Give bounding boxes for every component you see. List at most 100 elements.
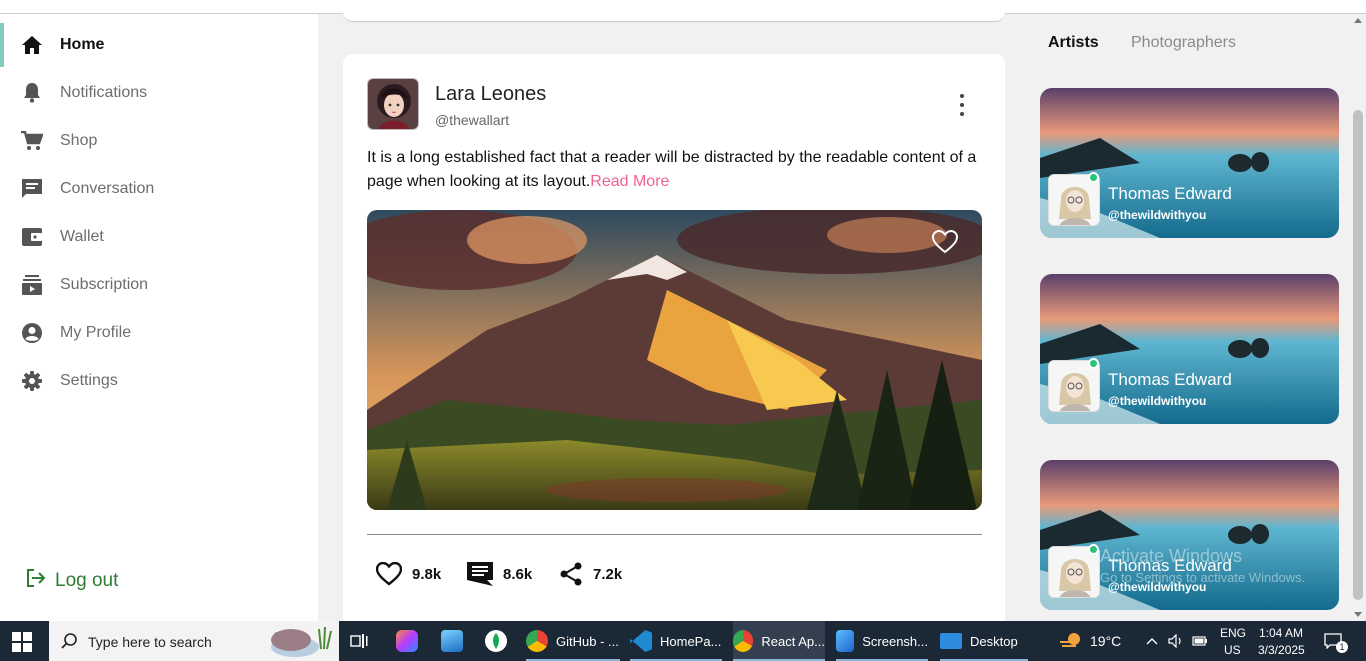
task-view-button[interactable] <box>350 621 370 661</box>
tray-overflow-button[interactable] <box>1146 621 1160 661</box>
author-handle: @thewallart <box>435 112 510 128</box>
sidebar-item-settings[interactable]: Settings <box>0 359 318 403</box>
taskbar-app-label: React Ap... <box>761 633 825 649</box>
notification-badge: 1 <box>1336 641 1348 653</box>
share-button[interactable]: 7.2k <box>559 559 622 589</box>
taskbar-app-desktop[interactable]: Desktop <box>940 621 1028 661</box>
tab-photographers[interactable]: Photographers <box>1131 34 1236 52</box>
sidebar-item-label: Subscription <box>60 276 149 293</box>
leaf-icon <box>485 630 507 652</box>
home-icon <box>21 34 43 56</box>
scroll-down-icon[interactable] <box>1354 612 1362 617</box>
image-like-button[interactable] <box>931 229 959 256</box>
taskbar-search[interactable]: Type here to search <box>49 621 339 661</box>
clock-date[interactable]: 3/3/2025 <box>1258 643 1305 657</box>
logout-icon <box>26 569 46 592</box>
gear-icon <box>21 370 43 392</box>
activate-windows-title: Activate Windows <box>1100 546 1243 566</box>
author-avatar[interactable] <box>367 78 419 130</box>
clock-time[interactable]: 1:04 AM <box>1259 626 1303 640</box>
comment-icon <box>467 562 493 586</box>
taskbar-app-screenshots[interactable]: Screensh... <box>836 621 928 661</box>
profile-icon <box>21 322 43 344</box>
sidebar-item-wallet[interactable]: Wallet <box>0 215 318 259</box>
region-code[interactable]: US <box>1224 643 1241 657</box>
chat-icon <box>21 178 43 200</box>
more-dot <box>960 103 964 107</box>
sidebar-item-notifications[interactable]: Notifications <box>0 71 318 115</box>
post-image[interactable] <box>367 210 982 510</box>
post-menu-button[interactable] <box>952 94 972 116</box>
artist-name: Thomas Edward <box>1108 370 1232 389</box>
taskbar-app-label: Screensh... <box>862 633 928 649</box>
like-button[interactable]: 9.8k <box>376 559 441 589</box>
heart-outline-icon <box>931 229 959 254</box>
tab-artists[interactable]: Artists <box>1048 34 1099 52</box>
copilot-button[interactable] <box>396 621 420 661</box>
artist-card[interactable]: Thomas Edward @thewildwithyou <box>1040 88 1339 238</box>
scroll-up-icon[interactable] <box>1354 18 1362 23</box>
sidebar-item-subscription[interactable]: Subscription <box>0 263 318 307</box>
start-button[interactable] <box>12 632 32 652</box>
sidebar-item-label: My Profile <box>60 324 132 341</box>
weather-temp: 19°C <box>1090 633 1122 649</box>
sidebar-item-label: Notifications <box>60 84 148 101</box>
taskbar-app-label: Desktop <box>970 633 1018 649</box>
notification-center-button[interactable]: 1 <box>1324 621 1348 661</box>
taskbar-app-vscode[interactable]: HomePa... <box>630 621 722 661</box>
folder-icon <box>441 630 463 652</box>
folder-icon <box>940 633 962 649</box>
sidebar-item-label: Settings <box>60 372 118 389</box>
photos-icon <box>836 630 855 652</box>
sidebar-item-label: Conversation <box>60 180 155 197</box>
share-count: 7.2k <box>593 565 623 583</box>
taskbar-app-label: HomePa... <box>660 633 722 649</box>
weather-icon <box>1060 633 1080 647</box>
battery-button[interactable] <box>1192 621 1210 661</box>
file-explorer-button[interactable] <box>441 621 465 661</box>
weather-widget[interactable]: 19°C <box>1060 621 1130 661</box>
artist-card[interactable]: Thomas Edward @thewildwithyou <box>1040 274 1339 424</box>
post-body: It is a long established fact that a rea… <box>367 149 977 190</box>
hippo-illustration-icon <box>271 626 332 657</box>
sidebar-item-my-profile[interactable]: My Profile <box>0 311 318 355</box>
online-indicator <box>1088 358 1099 369</box>
chrome-icon <box>733 630 754 652</box>
taskbar-app-github[interactable]: GitHub - ... <box>526 621 620 661</box>
read-more-link[interactable]: Read More <box>590 173 669 190</box>
previous-post-card <box>343 0 1005 22</box>
subscription-icon <box>21 274 43 296</box>
speaker-icon <box>1168 634 1181 648</box>
sidebar-item-conversation[interactable]: Conversation <box>0 167 318 211</box>
vscode-icon <box>630 630 652 652</box>
cart-icon <box>21 130 43 152</box>
chrome-icon <box>526 630 548 652</box>
online-indicator <box>1088 172 1099 183</box>
search-icon <box>61 633 77 649</box>
mongodb-button[interactable] <box>485 621 509 661</box>
post-text: It is a long established fact that a rea… <box>367 146 987 194</box>
language-code[interactable]: ENG <box>1220 626 1246 640</box>
taskbar-app-label: GitHub - ... <box>556 633 619 649</box>
taskbar-app-react[interactable]: React Ap... <box>733 621 825 661</box>
logout-button[interactable]: Log out <box>26 569 118 592</box>
artist-handle: @thewildwithyou <box>1108 208 1207 222</box>
sidebar-item-shop[interactable]: Shop <box>0 119 318 163</box>
comment-button[interactable]: 8.6k <box>467 559 532 589</box>
more-dot <box>960 112 964 116</box>
activate-windows-subtitle: Go to Settings to activate Windows. <box>1100 570 1306 585</box>
share-icon <box>560 562 582 586</box>
copilot-icon <box>396 630 418 652</box>
post-card: Lara Leones @thewallart It is a long est… <box>343 54 1005 621</box>
chevron-up-icon <box>1146 638 1158 645</box>
sidebar-item-home[interactable]: Home <box>0 23 318 67</box>
page-scrollbar[interactable] <box>1350 14 1366 621</box>
windows-icon <box>12 632 32 652</box>
sidebar-item-label: Shop <box>60 132 98 149</box>
volume-button[interactable] <box>1168 621 1186 661</box>
author-name[interactable]: Lara Leones <box>435 83 546 106</box>
search-placeholder: Type here to search <box>88 634 212 650</box>
logout-label: Log out <box>55 569 119 591</box>
artist-card[interactable]: Thomas Edward @thewildwithyou <box>1040 460 1339 610</box>
scrollbar-thumb[interactable] <box>1353 110 1363 600</box>
